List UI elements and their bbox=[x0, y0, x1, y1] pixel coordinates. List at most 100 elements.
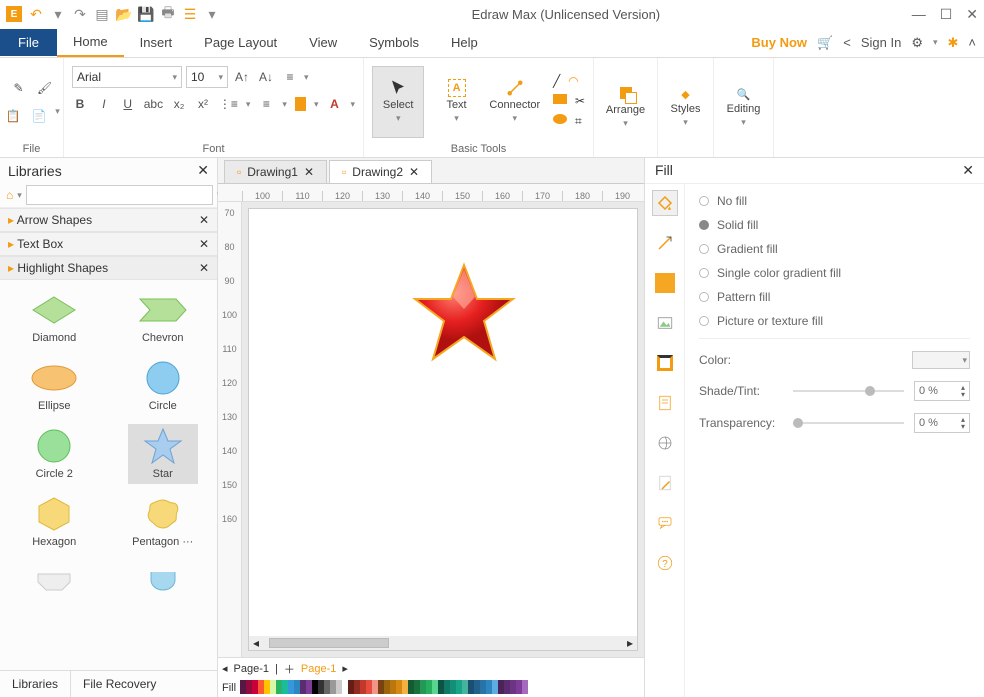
buy-now-link[interactable]: Buy Now bbox=[751, 35, 807, 50]
undo-icon[interactable]: ↶ bbox=[28, 6, 44, 22]
next-page-icon[interactable]: ▸ bbox=[342, 662, 348, 675]
menu-insert[interactable]: Insert bbox=[124, 29, 189, 56]
fill-tab-doc[interactable] bbox=[652, 390, 678, 416]
redo-icon[interactable]: ↷ bbox=[72, 6, 88, 22]
undo-dropdown[interactable]: ▾ bbox=[50, 6, 66, 22]
library-search-input[interactable] bbox=[26, 185, 213, 205]
menu-home[interactable]: Home bbox=[57, 28, 124, 57]
fill-opt-single-gradient[interactable]: Single color gradient fill bbox=[699, 266, 970, 280]
line-icon[interactable]: ╱ bbox=[553, 74, 560, 88]
fill-opt-gradient[interactable]: Gradient fill bbox=[699, 242, 970, 256]
format-painter-icon[interactable]: ✎ bbox=[9, 78, 29, 98]
minimize-icon[interactable]: — bbox=[912, 6, 926, 23]
brush-icon[interactable]: 🖌 bbox=[35, 78, 55, 98]
align-icon[interactable]: ≡ bbox=[280, 67, 300, 87]
file-menu[interactable]: File bbox=[0, 29, 57, 56]
fill-tab-pen[interactable] bbox=[652, 470, 678, 496]
canvas-page[interactable]: ◂▸ bbox=[248, 208, 638, 651]
lib-cat-highlight[interactable]: ▸ Highlight Shapes✕ bbox=[0, 256, 217, 280]
shape-pentagon[interactable]: Pentagon ··· bbox=[128, 492, 198, 552]
underline-button[interactable]: U bbox=[120, 94, 136, 114]
font-family-select[interactable]: Arial▾ bbox=[72, 66, 182, 88]
scrollbar-horizontal[interactable]: ◂▸ bbox=[249, 636, 637, 650]
prev-page-icon[interactable]: ◂ bbox=[222, 662, 228, 675]
qat-more[interactable]: ▾ bbox=[204, 6, 220, 22]
lib-cat-textbox[interactable]: ▸ Text Box✕ bbox=[0, 232, 217, 256]
tab-libraries[interactable]: Libraries bbox=[0, 671, 71, 697]
shape-star[interactable]: Star bbox=[128, 424, 198, 484]
menu-view[interactable]: View bbox=[293, 29, 353, 56]
fill-opt-none[interactable]: No fill bbox=[699, 194, 970, 208]
fill-tab-globe[interactable] bbox=[652, 430, 678, 456]
shade-slider[interactable] bbox=[793, 390, 904, 392]
collapse-ribbon-icon[interactable]: ˄ bbox=[968, 35, 976, 50]
shrink-font-icon[interactable]: A↓ bbox=[256, 67, 276, 87]
new-doc-icon[interactable]: ▤ bbox=[94, 6, 110, 22]
menu-page-layout[interactable]: Page Layout bbox=[188, 29, 293, 56]
fill-opt-pattern[interactable]: Pattern fill bbox=[699, 290, 970, 304]
fill-opt-solid[interactable]: Solid fill bbox=[699, 218, 970, 232]
menu-symbols[interactable]: Symbols bbox=[353, 29, 435, 56]
shape-diamond[interactable]: Diamond bbox=[19, 288, 89, 348]
lib-cat-arrow[interactable]: ▸ Arrow Shapes✕ bbox=[0, 208, 217, 232]
shape-extra2[interactable] bbox=[128, 560, 198, 604]
fill-tab-picture[interactable] bbox=[652, 310, 678, 336]
fill-tab-line[interactable] bbox=[652, 230, 678, 256]
font-size-select[interactable]: 10▾ bbox=[186, 66, 228, 88]
home-icon[interactable]: ⌂ bbox=[6, 188, 13, 202]
fill-tab-shadow[interactable] bbox=[652, 270, 678, 296]
transparency-value[interactable]: 0 %▴▾ bbox=[914, 413, 970, 433]
fill-tab-help[interactable]: ? bbox=[652, 550, 678, 576]
canvas-star-shape[interactable] bbox=[409, 259, 519, 369]
grow-font-icon[interactable]: A↑ bbox=[232, 67, 252, 87]
text-tool-button[interactable]: A Text▾ bbox=[430, 66, 482, 138]
pinwheel-icon[interactable]: ✱ bbox=[948, 35, 959, 51]
connector-tool-button[interactable]: Connector▾ bbox=[489, 66, 541, 138]
clipboard-icon[interactable]: 📋 bbox=[3, 106, 23, 126]
bullets-icon[interactable]: ⋮≡ bbox=[219, 94, 238, 114]
add-page-icon[interactable]: ＋ bbox=[284, 661, 295, 677]
bold-button[interactable]: B bbox=[72, 94, 88, 114]
shape-ellipse[interactable]: Ellipse bbox=[19, 356, 89, 416]
ellipse-shape-icon[interactable] bbox=[553, 114, 567, 124]
color-palette[interactable] bbox=[240, 680, 528, 696]
styles-button[interactable]: ◆Styles▾ bbox=[666, 72, 705, 144]
superscript-button[interactable]: x² bbox=[195, 94, 211, 114]
paste-icon[interactable]: 📄 bbox=[29, 106, 49, 126]
doc-tab-2[interactable]: ▫Drawing2✕ bbox=[329, 160, 432, 183]
maximize-icon[interactable]: ☐ bbox=[940, 6, 953, 23]
close-icon[interactable]: ✕ bbox=[409, 165, 419, 179]
shape-circle[interactable]: Circle bbox=[128, 356, 198, 416]
libraries-close-icon[interactable]: ✕ bbox=[197, 162, 209, 179]
page-tab-1[interactable]: Page-1 bbox=[234, 663, 269, 675]
highlight-icon[interactable] bbox=[295, 97, 306, 111]
close-icon[interactable]: ✕ bbox=[199, 237, 209, 251]
menu-help[interactable]: Help bbox=[435, 29, 494, 56]
cut-icon[interactable]: ✂ bbox=[575, 94, 585, 108]
editing-button[interactable]: 🔍Editing▾ bbox=[722, 72, 765, 144]
print-icon[interactable]: 🖶 bbox=[160, 6, 176, 22]
fill-tab-bucket[interactable] bbox=[652, 190, 678, 216]
shape-chevron[interactable]: Chevron bbox=[128, 288, 198, 348]
tab-file-recovery[interactable]: File Recovery bbox=[71, 671, 168, 697]
rect-shape-icon[interactable] bbox=[553, 94, 567, 104]
shape-hexagon[interactable]: Hexagon bbox=[19, 492, 89, 552]
close-icon[interactable]: ✕ bbox=[962, 162, 974, 179]
close-icon[interactable]: ✕ bbox=[304, 165, 314, 179]
open-icon[interactable]: 📂 bbox=[116, 6, 132, 22]
list-icon[interactable]: ☰ bbox=[182, 6, 198, 22]
crop-icon[interactable]: ⌗ bbox=[575, 114, 582, 129]
close-icon[interactable]: ✕ bbox=[199, 261, 209, 275]
gear-icon[interactable]: ⚙ bbox=[911, 35, 923, 51]
italic-button[interactable]: I bbox=[96, 94, 112, 114]
save-icon[interactable]: 💾 bbox=[138, 6, 154, 22]
color-picker[interactable]: ▾ bbox=[912, 351, 970, 369]
page-tab-2[interactable]: Page-1 bbox=[301, 663, 336, 675]
close-icon[interactable]: ✕ bbox=[199, 213, 209, 227]
font-color-icon[interactable]: A bbox=[327, 94, 343, 114]
sign-in-link[interactable]: Sign In bbox=[861, 35, 901, 50]
select-tool-button[interactable]: Select▾ bbox=[372, 66, 424, 138]
transparency-slider[interactable] bbox=[793, 422, 904, 424]
arrange-button[interactable]: Arrange▾ bbox=[602, 72, 649, 144]
shape-circle2[interactable]: Circle 2 bbox=[19, 424, 89, 484]
